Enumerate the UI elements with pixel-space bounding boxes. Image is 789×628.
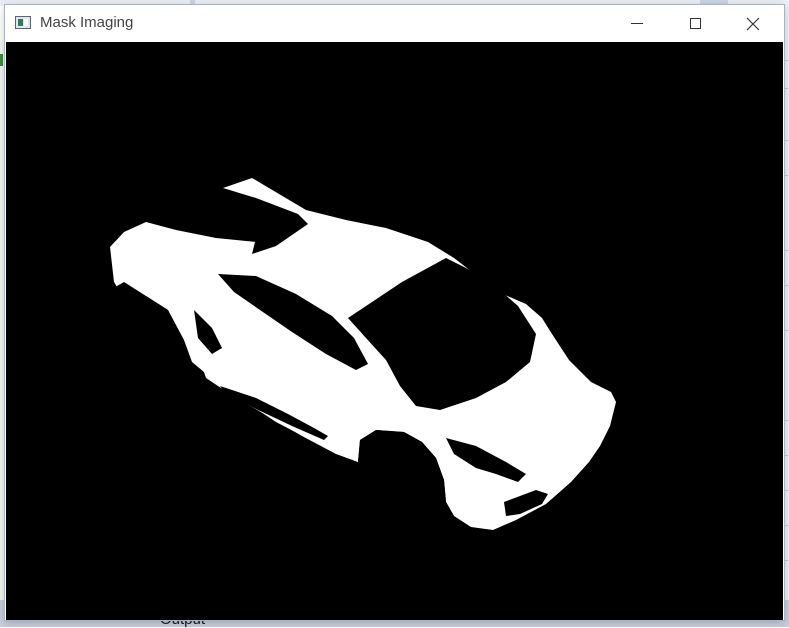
car-mask-image	[6, 42, 783, 620]
background-green-marker	[0, 54, 3, 66]
maximize-button[interactable]	[666, 5, 724, 42]
background-divider	[784, 88, 788, 89]
background-divider	[784, 455, 788, 456]
close-icon	[746, 17, 760, 30]
background-divider	[784, 525, 788, 526]
mask-image-canvas	[6, 42, 783, 620]
app-icon	[15, 16, 31, 29]
mask-imaging-window: Mask Imaging	[5, 5, 784, 620]
close-button[interactable]	[724, 5, 782, 42]
background-divider	[784, 250, 788, 251]
maximize-icon	[689, 18, 701, 29]
background-divider	[784, 490, 788, 491]
window-title: Mask Imaging	[40, 14, 134, 31]
title-bar[interactable]: Mask Imaging	[5, 5, 784, 42]
minimize-button[interactable]	[608, 5, 666, 42]
background-divider	[784, 60, 788, 61]
background-divider	[784, 175, 788, 176]
background-divider	[784, 330, 788, 331]
minimize-icon	[631, 23, 643, 24]
background-divider	[784, 140, 788, 141]
background-divider	[784, 285, 788, 286]
background-divider	[784, 560, 788, 561]
background-divider	[784, 420, 788, 421]
